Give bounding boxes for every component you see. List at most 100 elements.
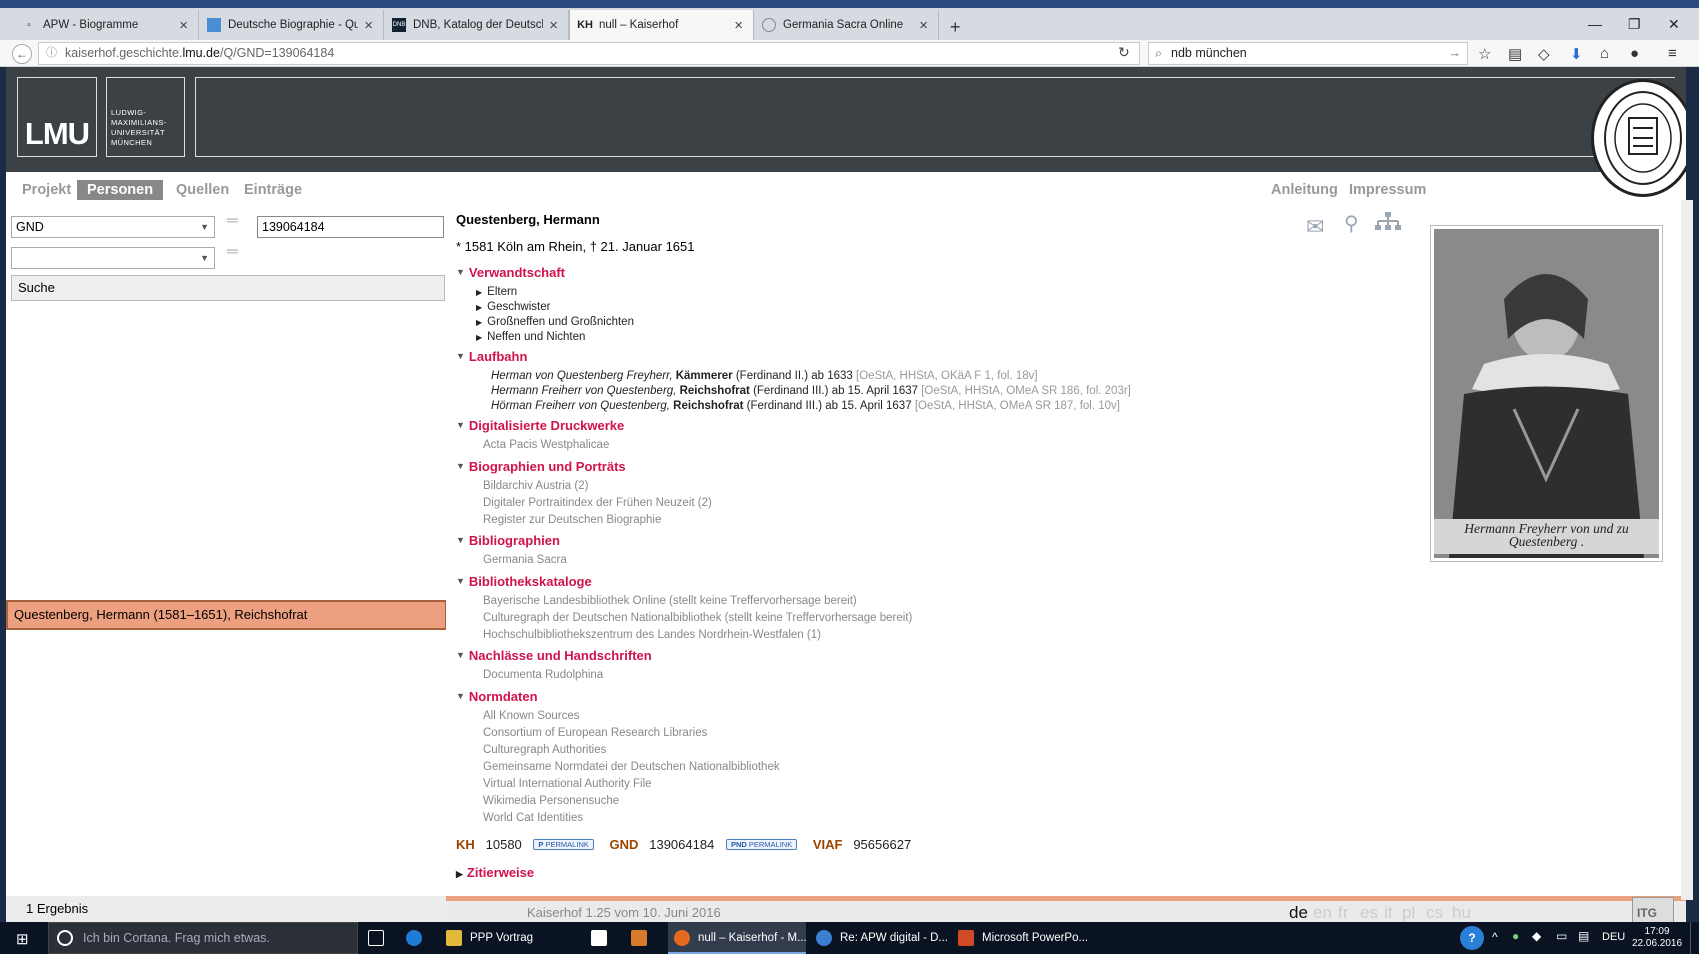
section-zitierweise[interactable]: ▶ Zitierweise xyxy=(456,865,534,880)
section-nachlaesse[interactable]: ▼ Nachlässe und Handschriften xyxy=(456,648,652,663)
home-icon[interactable]: ⌂ xyxy=(1600,45,1609,62)
career-source[interactable]: [OeStA, HHStA, OKäA F 1, fol. 18v] xyxy=(856,370,1038,382)
browser-search-input[interactable]: ⌕ ndb münchen → xyxy=(1148,42,1468,65)
resource-link[interactable]: World Cat Identities xyxy=(483,812,583,824)
taskbar-app[interactable]: PPP Vortrag xyxy=(440,922,580,954)
resource-link[interactable]: Register zur Deutschen Biographie xyxy=(483,514,661,526)
section-bibliographien[interactable]: ▼ Bibliographien xyxy=(456,533,560,548)
back-button[interactable]: ← xyxy=(12,44,32,64)
taskbar-app[interactable]: Microsoft PowerPo... xyxy=(952,922,1090,954)
lang-it[interactable]: it xyxy=(1384,903,1393,922)
nav-impressum[interactable]: Impressum xyxy=(1339,180,1436,200)
field-select-1[interactable]: GND ▼ xyxy=(11,216,215,238)
resource-link[interactable]: Culturegraph Authorities xyxy=(483,744,606,756)
download-icon[interactable]: ⬇ xyxy=(1570,45,1583,63)
itg-logo[interactable]: ITG xyxy=(1632,897,1674,922)
lang-en[interactable]: en xyxy=(1313,903,1332,922)
section-biographien[interactable]: ▼ Biographien und Porträts xyxy=(456,459,626,474)
page-scrollbar[interactable] xyxy=(1681,200,1693,900)
close-window-button[interactable]: ✕ xyxy=(1668,16,1680,33)
nav-anleitung[interactable]: Anleitung xyxy=(1261,180,1348,200)
close-icon[interactable]: × xyxy=(734,17,743,34)
close-icon[interactable]: × xyxy=(179,17,188,34)
windows-start-icon[interactable]: ⊞ xyxy=(16,930,29,948)
relation-item[interactable]: ▶ Eltern xyxy=(476,286,517,298)
bookmark-star-icon[interactable]: ☆ xyxy=(1478,45,1491,63)
info-icon[interactable]: ⓘ xyxy=(46,43,57,64)
lang-cs[interactable]: cs xyxy=(1426,903,1443,922)
nav-eintraege[interactable]: Einträge xyxy=(234,180,312,200)
tray-language[interactable]: DEU xyxy=(1602,931,1625,943)
resource-link[interactable]: Gemeinsame Normdatei der Deutschen Natio… xyxy=(483,761,780,773)
restore-button[interactable]: ❐ xyxy=(1628,16,1641,33)
resource-link[interactable]: Hochschulbibliothekszentrum des Landes N… xyxy=(483,629,821,641)
reading-list-icon[interactable]: ▤ xyxy=(1508,45,1522,63)
lmu-logo[interactable]: LMU xyxy=(17,77,97,157)
tray-network-icon[interactable]: ● xyxy=(1512,929,1519,943)
browser-tab[interactable]: Germania Sacra Online × xyxy=(754,10,939,40)
nav-projekt[interactable]: Projekt xyxy=(12,180,81,200)
relation-item[interactable]: ▶ Geschwister xyxy=(476,301,550,313)
section-bibliothekskataloge[interactable]: ▼ Bibliothekskataloge xyxy=(456,574,592,589)
url-bar[interactable]: ⓘ kaiserhof.geschichte.lmu.de/Q/GND=1390… xyxy=(38,42,1140,65)
search-go-icon[interactable]: → xyxy=(1449,43,1462,64)
close-icon[interactable]: × xyxy=(364,17,373,34)
pocket-icon[interactable]: ◇ xyxy=(1538,45,1550,63)
section-verwandtschaft[interactable]: ▼ Verwandtschaft xyxy=(456,265,565,280)
taskbar-app[interactable]: Re: APW digital - D... xyxy=(810,922,948,954)
taskbar-app-active[interactable]: null – Kaiserhof - M... xyxy=(668,922,807,954)
resource-link[interactable]: Consortium of European Research Librarie… xyxy=(483,727,707,739)
new-tab-button[interactable]: + xyxy=(950,17,961,38)
store-icon[interactable] xyxy=(585,922,615,954)
section-druckwerke[interactable]: ▼ Digitalisierte Druckwerke xyxy=(456,418,624,433)
search-button[interactable]: Suche xyxy=(11,275,445,301)
resource-link[interactable]: Wikimedia Personensuche xyxy=(483,795,619,807)
reload-icon[interactable]: ↻ xyxy=(1118,44,1130,61)
resource-link[interactable]: Culturegraph der Deutschen Nationalbibli… xyxy=(483,612,912,624)
map-pin-icon[interactable]: ⚲ xyxy=(1344,211,1359,236)
section-laufbahn[interactable]: ▼ Laufbahn xyxy=(456,349,527,364)
edge-icon[interactable] xyxy=(400,922,430,954)
mail-icon[interactable]: ✉ xyxy=(1306,214,1324,240)
task-view-icon[interactable] xyxy=(362,922,392,954)
lang-fr[interactable]: fr xyxy=(1338,903,1348,922)
result-item[interactable]: Questenberg, Hermann (1581–1651), Reichs… xyxy=(6,600,447,630)
tray-security-icon[interactable]: ◆ xyxy=(1532,929,1541,943)
minimize-button[interactable]: — xyxy=(1588,16,1602,32)
cortana-search[interactable]: Ich bin Cortana. Frag mich etwas. xyxy=(48,922,358,954)
nav-quellen[interactable]: Quellen xyxy=(166,180,239,200)
resource-link[interactable]: Digitaler Portraitindex der Frühen Neuze… xyxy=(483,497,712,509)
tray-display-icon[interactable]: ▭ xyxy=(1556,929,1567,943)
lang-de[interactable]: de xyxy=(1289,903,1308,922)
relation-item[interactable]: ▶ Großneffen und Großnichten xyxy=(476,316,634,328)
browser-tab-active[interactable]: KH null – Kaiserhof × xyxy=(569,10,754,40)
field-select-2[interactable]: ▼ xyxy=(11,247,215,269)
gnd-permalink-badge[interactable]: PND PERMALINK xyxy=(725,839,798,850)
tray-notification-icon[interactable]: ▤ xyxy=(1578,929,1589,943)
career-source[interactable]: [OeStA, HHStA, OMeA SR 186, fol. 203r] xyxy=(921,385,1131,397)
menu-icon[interactable]: ≡ xyxy=(1668,45,1677,62)
resource-link[interactable]: Germania Sacra xyxy=(483,554,567,566)
nav-personen[interactable]: Personen xyxy=(77,180,164,200)
help-icon[interactable]: ? xyxy=(1460,926,1484,950)
career-source[interactable]: [OeStA, HHStA, OMeA SR 187, fol. 10v] xyxy=(915,400,1120,412)
close-icon[interactable]: × xyxy=(919,17,928,34)
tray-chevron-icon[interactable]: ^ xyxy=(1492,930,1498,944)
portrait-image[interactable]: Hermann Freyherr von und zu Questenberg … xyxy=(1430,225,1663,562)
browser-tab[interactable]: DNB DNB, Katalog der Deutsch... × xyxy=(384,10,569,40)
show-desktop-button[interactable] xyxy=(1690,922,1699,954)
lang-pl[interactable]: pl xyxy=(1402,903,1415,922)
relation-item[interactable]: ▶ Neffen und Nichten xyxy=(476,331,585,343)
lang-es[interactable]: es xyxy=(1360,903,1378,922)
section-normdaten[interactable]: ▼ Normdaten xyxy=(456,689,538,704)
kh-permalink-badge[interactable]: P PERMALINK xyxy=(533,839,594,850)
hierarchy-icon[interactable] xyxy=(1374,211,1402,239)
search-value-input[interactable]: 139064184 xyxy=(257,216,444,238)
chat-icon[interactable]: ● xyxy=(1630,45,1639,62)
resource-link[interactable]: Bildarchiv Austria (2) xyxy=(483,480,588,492)
media-icon[interactable] xyxy=(625,922,655,954)
browser-tab[interactable]: ▫ APW - Biogramme × xyxy=(14,10,199,40)
lang-hu[interactable]: hu xyxy=(1452,903,1471,922)
resource-link[interactable]: All Known Sources xyxy=(483,710,580,722)
browser-tab[interactable]: Deutsche Biographie - Qu... × xyxy=(199,10,384,40)
